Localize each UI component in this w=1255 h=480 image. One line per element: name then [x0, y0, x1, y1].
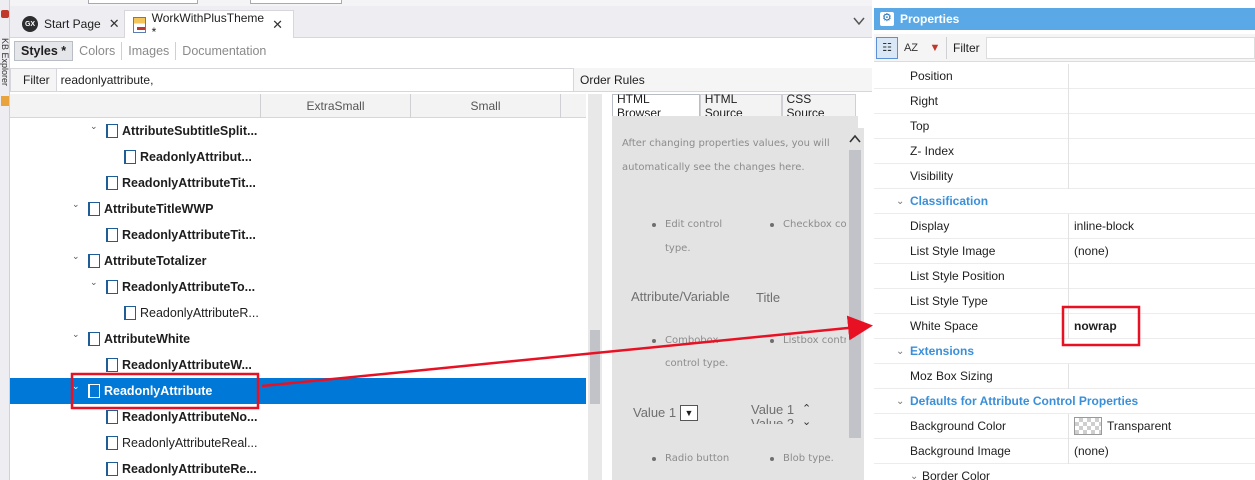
annotation-box-readonlyattribute	[70, 372, 260, 410]
annotation-arrow	[261, 315, 873, 388]
annotation-overlay	[70, 305, 1141, 410]
annotation-box-nowrap	[1061, 305, 1141, 347]
